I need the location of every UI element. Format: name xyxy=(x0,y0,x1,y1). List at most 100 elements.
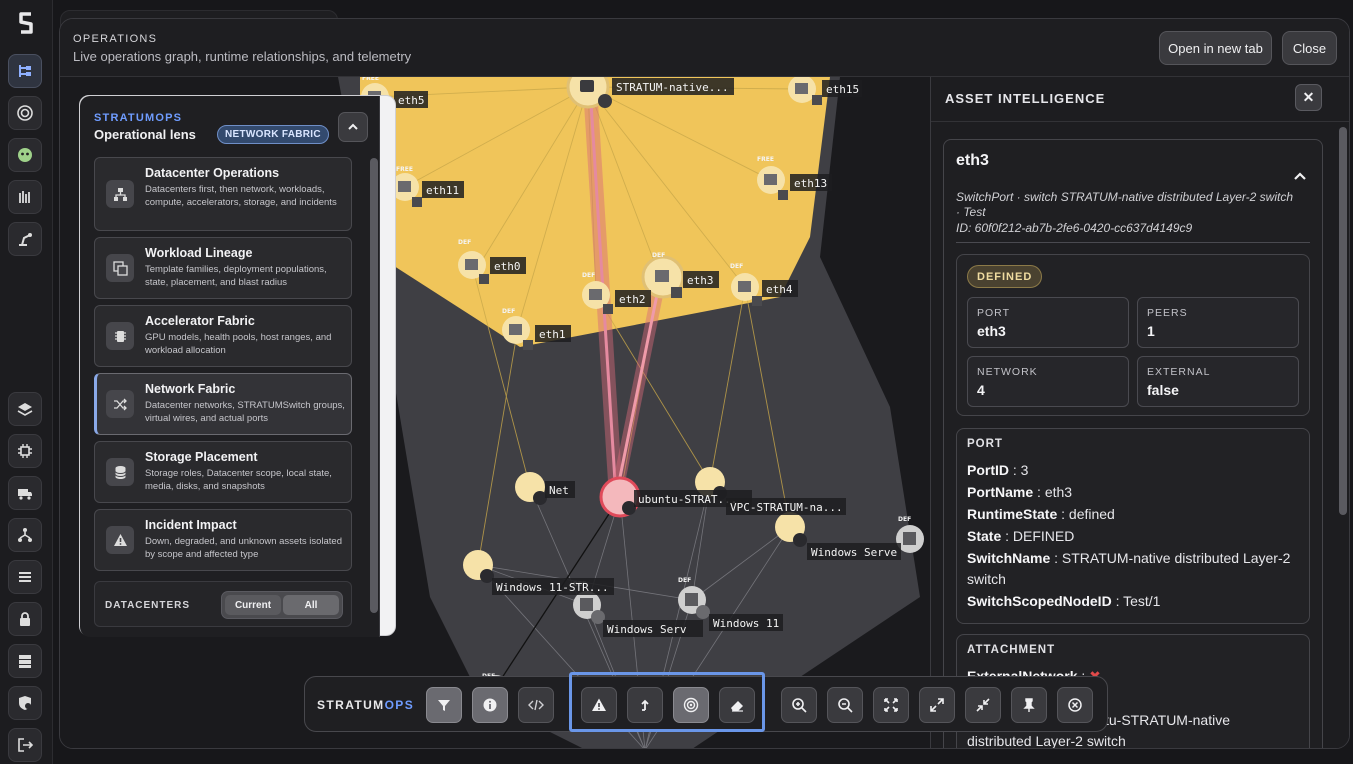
open-new-tab-button[interactable]: Open in new tab xyxy=(1159,31,1272,65)
pin-button[interactable] xyxy=(1011,687,1047,723)
filter-button[interactable] xyxy=(426,687,462,723)
chip-icon[interactable] xyxy=(8,434,42,468)
expand-icon xyxy=(930,698,944,712)
kv-external: EXTERNAL false xyxy=(1137,356,1299,407)
radar-button[interactable] xyxy=(673,687,709,723)
lens-item-datacenter-operations[interactable]: Datacenter Operations Datacenters first,… xyxy=(94,157,352,231)
bars-icon[interactable] xyxy=(8,180,42,214)
lens-scrollbar[interactable] xyxy=(370,158,378,613)
collapse-lens-button[interactable] xyxy=(338,112,368,142)
layers-icon[interactable] xyxy=(8,392,42,426)
tag-def-eth0: DEF xyxy=(458,239,471,246)
label-eth4: eth4 xyxy=(762,280,798,297)
filter-icon xyxy=(438,700,450,711)
zoom-out-button[interactable] xyxy=(827,687,863,723)
lens-item-network-fabric[interactable]: Network Fabric Datacenter networks, STRA… xyxy=(94,373,352,435)
collapse-icon xyxy=(976,698,990,712)
logo-icon[interactable] xyxy=(13,10,39,36)
shield-lock-icon[interactable] xyxy=(8,686,42,720)
svg-text:VPC-STRATUM-na...: VPC-STRATUM-na... xyxy=(730,501,843,514)
lens-item-storage-placement[interactable]: Storage Placement Storage roles, Datacen… xyxy=(94,441,352,503)
chevron-up-icon xyxy=(348,123,358,130)
stop-button[interactable] xyxy=(1057,687,1093,723)
network-icon[interactable] xyxy=(8,518,42,552)
fit-icon xyxy=(884,698,898,712)
collapse-button[interactable] xyxy=(965,687,1001,723)
chip-icon xyxy=(106,322,134,350)
fit-view-button[interactable] xyxy=(873,687,909,723)
upload-icon xyxy=(641,699,649,711)
server-icon[interactable] xyxy=(8,644,42,678)
status-badge: DEFINED xyxy=(967,265,1043,288)
lens-inner: STRATUMOPS Operational lens NETWORK FABR… xyxy=(80,96,380,637)
lock-icon[interactable] xyxy=(8,602,42,636)
target-icon[interactable] xyxy=(8,96,42,130)
lens-item-incident-impact[interactable]: Incident Impact Down, degraded, and unkn… xyxy=(94,509,352,571)
lens-item-name: Storage Placement xyxy=(145,450,258,464)
database-icon xyxy=(106,458,134,486)
lens-item-desc: Storage roles, Datacenter scope, local s… xyxy=(145,468,332,492)
label-net: Net xyxy=(545,481,575,498)
lens-item-accelerator-fabric[interactable]: Accelerator Fabric GPU models, health po… xyxy=(94,305,352,367)
label-eth5: eth5 xyxy=(394,91,428,108)
operations-modal: OPERATIONS Live operations graph, runtim… xyxy=(59,18,1350,749)
svg-text:STRATUM-native...: STRATUM-native... xyxy=(616,81,729,94)
svg-text:eth11: eth11 xyxy=(426,184,459,197)
svg-text:eth1: eth1 xyxy=(539,328,566,341)
close-asset-panel-button[interactable]: ✕ xyxy=(1295,84,1322,111)
kv-port: PORT eth3 xyxy=(967,297,1129,348)
stop-icon xyxy=(1068,698,1082,712)
port-heading: PORT xyxy=(967,438,1003,450)
svg-text:eth2: eth2 xyxy=(619,293,646,306)
code-icon xyxy=(528,699,544,711)
robot-arm-icon[interactable] xyxy=(8,222,42,256)
prop-state: State : DEFINED xyxy=(967,528,1075,544)
list-icon[interactable] xyxy=(8,560,42,594)
close-button[interactable]: Close xyxy=(1282,31,1337,65)
datacenter-scope-toggle: Current All xyxy=(221,591,343,619)
upstream-button[interactable] xyxy=(627,687,663,723)
divider xyxy=(931,121,1349,122)
toolbar-brand: STRATUMOPS xyxy=(317,698,415,712)
label-native: STRATUM-native... xyxy=(612,78,734,95)
label-eth11: eth11 xyxy=(422,181,464,198)
tag-def-eth2: DEF xyxy=(582,272,595,279)
radar-icon xyxy=(683,697,699,713)
svg-text:Windows Serve: Windows Serve xyxy=(811,546,897,559)
zoom-out-icon xyxy=(838,698,853,713)
lens-item-name: Incident Impact xyxy=(145,518,237,532)
modal-subtitle: Live operations graph, runtime relations… xyxy=(73,49,412,64)
alien-icon[interactable] xyxy=(8,138,42,172)
logout-icon[interactable] xyxy=(8,728,42,762)
svg-text:eth4: eth4 xyxy=(766,283,793,296)
lens-item-name: Network Fabric xyxy=(145,382,236,396)
graph-icon[interactable] xyxy=(8,54,42,88)
datacenters-filter: DATACENTERS Current All xyxy=(94,581,352,627)
lens-item-desc: Datacenters first, then network, workloa… xyxy=(145,184,337,208)
chevron-up-icon[interactable] xyxy=(1292,168,1308,184)
tag-def-eth4: DEF xyxy=(730,263,743,270)
expand-button[interactable] xyxy=(919,687,955,723)
lens-item-workload-lineage[interactable]: Workload Lineage Template families, depl… xyxy=(94,237,352,299)
warning-icon xyxy=(106,526,134,554)
incidents-button[interactable] xyxy=(581,687,617,723)
seg-all[interactable]: All xyxy=(283,595,339,615)
prop-portid: PortID : 3 xyxy=(967,462,1029,478)
asset-panel-title: ASSET INTELLIGENCE xyxy=(945,91,1106,106)
svg-text:DEF: DEF xyxy=(678,577,691,584)
info-button[interactable] xyxy=(472,687,508,723)
graph-canvas[interactable]: FREE FREE FREE DEF DEF DEF DEF DEF DEF D… xyxy=(60,77,930,748)
zoom-in-button[interactable] xyxy=(781,687,817,723)
operational-lens-panel: STRATUMOPS Operational lens NETWORK FABR… xyxy=(79,95,396,637)
seg-current[interactable]: Current xyxy=(225,595,281,615)
code-button[interactable] xyxy=(518,687,554,723)
asset-scrollbar[interactable] xyxy=(1339,127,1347,515)
truck-icon[interactable] xyxy=(8,476,42,510)
eraser-icon xyxy=(731,701,743,712)
eraser-button[interactable] xyxy=(719,687,755,723)
svg-text:eth15: eth15 xyxy=(826,83,859,96)
tag-def-eth3: DEF xyxy=(652,252,665,259)
label-vpc: VPC-STRATUM-na... xyxy=(726,498,846,515)
svg-text:eth5: eth5 xyxy=(398,94,425,107)
label-eth15: eth15 xyxy=(822,80,862,97)
